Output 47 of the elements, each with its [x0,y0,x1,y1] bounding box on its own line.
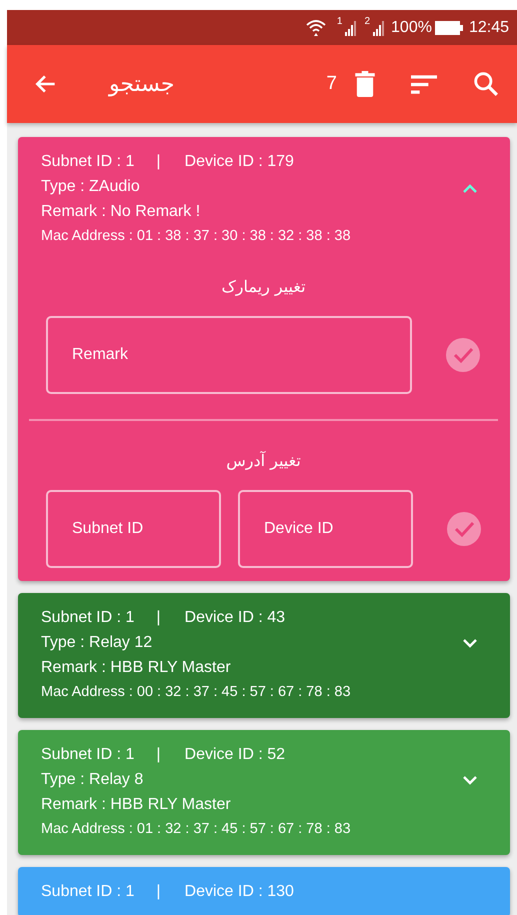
subnet-id-field[interactable]: Subnet ID [46,490,221,568]
expand-chevron-icon[interactable] [462,639,478,649]
sort-icon[interactable] [411,74,437,94]
device-id-text: Device ID : 130 [184,883,294,900]
device-id-text: Device ID : 43 [184,609,286,626]
mac-address-text: Mac Address : 01 : 38 : 37 : 30 : 38 : 32 : 38 : 38 [41,228,351,244]
device-id-field[interactable]: Device ID [238,490,413,568]
expand-chevron-icon[interactable] [462,776,478,786]
subnet-id-text: Subnet ID : 1 [41,153,134,170]
signal-icon [345,20,358,36]
device-id-text: Device ID : 52 [184,746,286,763]
toolbar-title: جستجو [109,72,174,96]
subnet-id-text: Subnet ID : 1 [41,883,134,900]
battery-percent: 100% [391,18,432,36]
section-title: تغییر آدرس [226,451,301,470]
search-icon[interactable] [473,71,499,97]
subnet-id-text: Subnet ID : 1 [41,746,134,763]
check-icon[interactable] [447,512,481,546]
remark-text: Remark : HBB RLY Master [41,796,231,813]
sim-label: 2 [364,16,370,27]
subnet-id-text: Subnet ID : 1 [41,609,134,626]
section-title: تغییر ریمارک [221,277,306,296]
remark-field[interactable]: Remark [46,316,412,394]
mac-address-text: Mac Address : 01 : 32 : 37 : 45 : 57 : 67 : 78 : 83 [41,821,351,837]
remark-text: Remark : HBB RLY Master [41,659,231,676]
separator-text: | [156,746,161,763]
type-text: Type : Relay 12 [41,634,152,651]
sim-label: 1 [336,16,342,27]
delete-icon[interactable] [355,71,375,97]
selection-count: 7 [326,73,337,95]
device-id-text: Device ID : 179 [184,153,294,170]
type-text: Type : Relay 8 [41,771,144,788]
separator-text: | [156,609,161,626]
wifi-icon [306,18,326,36]
check-icon[interactable] [446,338,480,372]
device-card[interactable]: Subnet ID : 1 | Device ID : 52 Type : Relay 8 Remark : HBB RLY Master Mac Address : 01 : 32 : 37 : 45 : 57 : 67 : 78 : 83 [18,730,510,855]
separator-text: | [156,883,161,900]
remark-text: Remark : No Remark ! [41,203,200,220]
signal-icon [373,20,386,36]
separator-text: | [156,153,161,170]
clock: 12:45 [468,18,509,36]
battery-icon [434,20,463,34]
mac-address-text: Mac Address : 00 : 32 : 37 : 45 : 57 : 67 : 78 : 83 [41,684,351,700]
device-card[interactable]: Subnet ID : 1 | Device ID : 43 Type : Relay 12 Remark : HBB RLY Master Mac Address : 00 : 32 : 37 : 45 : 57 : 67 : 78 : 83 [18,593,510,718]
device-card[interactable]: Subnet ID : 1 | Device ID : 130 [18,867,510,915]
type-text: Type : ZAudio [41,178,140,195]
collapse-chevron-icon[interactable] [462,183,478,193]
